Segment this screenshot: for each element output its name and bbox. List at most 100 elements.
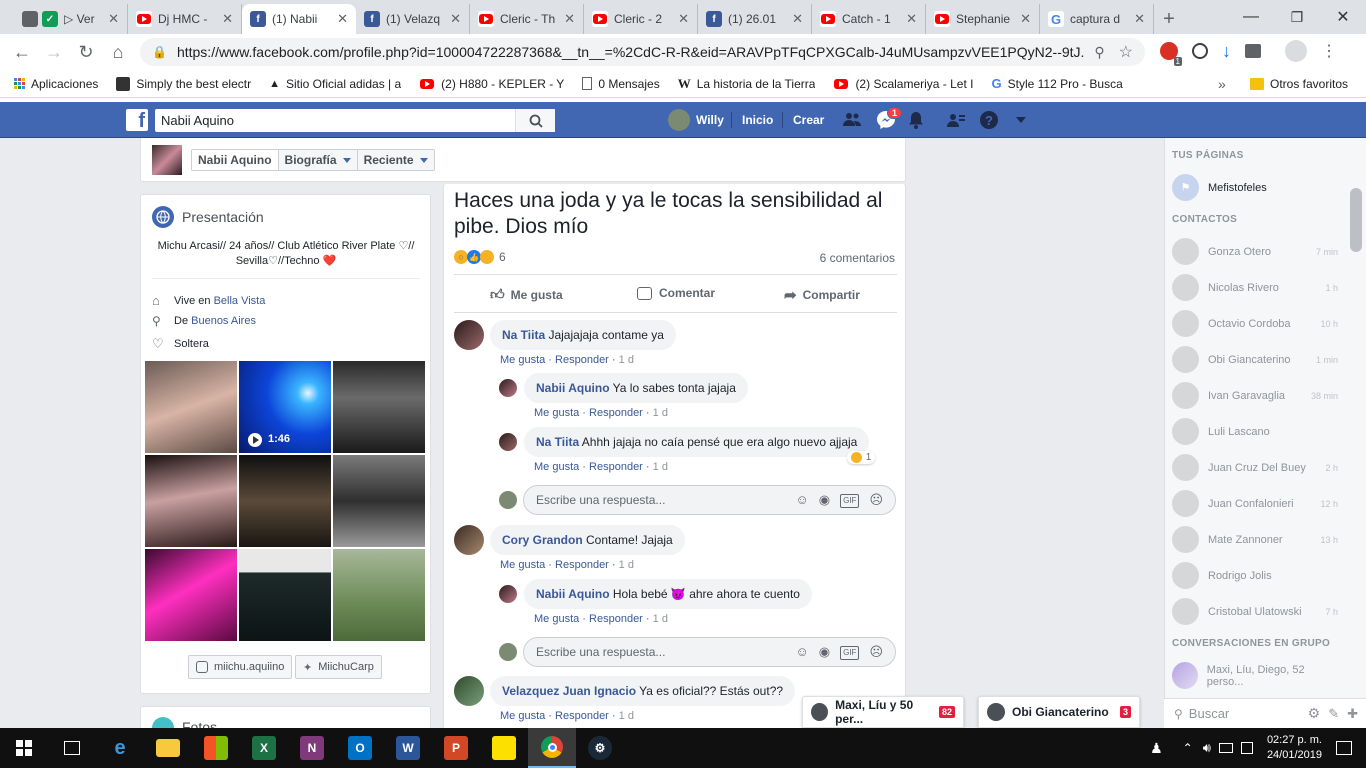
camera-icon[interactable]: ◉ (819, 644, 830, 660)
comment-reply-link[interactable]: Responder (589, 613, 643, 625)
lives-in-link[interactable]: Bella Vista (214, 295, 266, 307)
comment-like-link[interactable]: Me gusta (534, 613, 579, 625)
notifications-bell-icon[interactable] (907, 102, 925, 138)
comment-like-link[interactable]: Me gusta (534, 461, 579, 473)
commenter-name[interactable]: Na Tiita (502, 328, 545, 342)
search-icon[interactable] (515, 109, 555, 132)
sticker-icon[interactable]: ☹ (869, 492, 883, 508)
commenter-avatar[interactable] (454, 676, 484, 706)
extension-icon[interactable]: 1 (1160, 42, 1182, 66)
clock[interactable]: 02:27 p. m. 24/01/2019 (1267, 733, 1322, 763)
play-icon[interactable] (248, 433, 262, 447)
sidebar-scrollbar[interactable] (1350, 188, 1362, 252)
video-thumbnail[interactable]: 1:46 (239, 361, 331, 453)
contact-item[interactable]: Nicolas Rivero 1 h (1172, 274, 1338, 301)
tab-biografia[interactable]: Biografía (279, 150, 358, 170)
onenote-icon[interactable]: N (288, 728, 336, 768)
show-hidden-icons-chevron[interactable]: ⌃ (1183, 741, 1193, 755)
close-tab-icon[interactable]: ✕ (450, 11, 461, 27)
page-item[interactable]: ⚑ Mefistofeles (1172, 174, 1338, 201)
profile-name-tab[interactable]: Nabii Aquino (192, 150, 279, 170)
comment-reaction-badge[interactable]: 1 (846, 451, 876, 464)
comment-reply-link[interactable]: Responder (555, 559, 609, 571)
photos-title[interactable]: Fotos (182, 719, 217, 728)
comment-reply-link[interactable]: Responder (555, 710, 609, 722)
word-icon[interactable]: W (384, 728, 432, 768)
quick-help-people-icon[interactable] (947, 102, 965, 138)
home-icon[interactable]: ⌂ (102, 36, 134, 68)
block-icon[interactable] (1192, 43, 1208, 59)
comment-like-link[interactable]: Me gusta (534, 407, 579, 419)
comments-count-link[interactable]: 6 comentarios (820, 251, 895, 265)
sticker-icon[interactable]: ☹ (869, 644, 883, 660)
gif-icon[interactable]: GIF (840, 494, 860, 508)
twitter-chip[interactable]: ✦ MiichuCarp (295, 655, 382, 679)
menu-kebab-icon[interactable]: ⋮ (1321, 41, 1337, 61)
contact-item[interactable]: Obi Giancaterino 1 min (1172, 346, 1338, 373)
comment-like-link[interactable]: Me gusta (500, 710, 545, 722)
commenter-name[interactable]: Na Tiita (536, 435, 579, 449)
close-tab-icon[interactable]: ✕ (108, 11, 119, 27)
zoom-search-icon[interactable]: ⚲ (1094, 44, 1104, 61)
browser-tab[interactable]: f (1) 26.01 ✕ (698, 4, 812, 34)
close-tab-icon[interactable]: ✕ (337, 11, 348, 27)
contact-item[interactable]: Rodrigo Jolis (1172, 562, 1338, 589)
replier-avatar[interactable] (499, 379, 517, 397)
steam-icon[interactable]: ⚙ (576, 728, 624, 768)
close-tab-icon[interactable]: ✕ (564, 11, 575, 27)
commenter-avatar[interactable] (454, 525, 484, 555)
comment-reply-link[interactable]: Responder (555, 354, 609, 366)
browser-tab[interactable]: Stephanie ✕ (926, 4, 1040, 34)
download-icon[interactable]: ↓ (1222, 41, 1231, 62)
contact-item[interactable]: Luli Lascano (1172, 418, 1338, 445)
from-link[interactable]: Buenos Aires (191, 315, 256, 327)
restore-icon[interactable]: ❐ (1274, 9, 1320, 26)
comment-like-link[interactable]: Me gusta (500, 354, 545, 366)
new-tab-button[interactable]: + (1154, 4, 1184, 34)
account-menu-chevron-icon[interactable] (1016, 102, 1026, 138)
facebook-logo-icon[interactable]: f (126, 109, 148, 131)
close-window-icon[interactable]: ✕ (1320, 7, 1366, 27)
contact-item[interactable]: Octavio Cordoba 10 h (1172, 310, 1338, 337)
browser-tab[interactable]: Gcaptura d ✕ (1040, 4, 1154, 34)
photo-thumbnail[interactable] (333, 455, 425, 547)
bookmark-item[interactable]: (2) Scalameriya - Let I (833, 75, 973, 92)
people-icon[interactable]: ♟ (1150, 740, 1163, 757)
photo-thumbnail[interactable] (333, 549, 425, 641)
help-icon[interactable]: ? (980, 102, 998, 138)
photo-thumbnail[interactable] (333, 361, 425, 453)
commenter-name[interactable]: Cory Grandon (502, 533, 583, 547)
comment-reply-link[interactable]: Responder (589, 407, 643, 419)
action-center-icon[interactable] (1336, 741, 1352, 755)
browser-tab[interactable]: Cleric - Th ✕ (470, 4, 584, 34)
photo-thumbnail[interactable] (145, 361, 237, 453)
bookmark-item[interactable]: 0 Mensajes (582, 77, 660, 91)
powerpoint-icon[interactable]: P (432, 728, 480, 768)
emoji-icon[interactable]: ☺ (795, 644, 808, 660)
bookmarks-more-icon[interactable]: » (1218, 76, 1226, 92)
comment-like-link[interactable]: Me gusta (500, 559, 545, 571)
chat-search-input[interactable]: Buscar (1189, 706, 1229, 721)
group-chat-item[interactable]: Maxi, Líu, Diego, 52 perso... (1172, 662, 1338, 689)
profile-avatar-icon[interactable] (1285, 40, 1307, 62)
chat-tab-obi[interactable]: Obi Giancaterino 3 (978, 696, 1140, 728)
minimize-icon[interactable]: — (1228, 8, 1274, 26)
friend-requests-icon[interactable] (843, 102, 861, 138)
commenter-name[interactable]: Velazquez Juan Ignacio (502, 684, 636, 698)
close-tab-icon[interactable]: ✕ (1134, 11, 1145, 27)
photo-thumbnail[interactable] (239, 455, 331, 547)
browser-tab[interactable]: Catch - 1 ✕ (812, 4, 926, 34)
like-button[interactable]: 👍︎ Me gusta (490, 286, 563, 303)
photo-thumbnail[interactable] (145, 455, 237, 547)
instagram-chip[interactable]: miichu.aquiino (188, 655, 293, 679)
contact-item[interactable]: Cristobal Ulatowski 7 h (1172, 598, 1338, 625)
share-button[interactable]: ➦ Compartir (784, 286, 860, 304)
photo-thumbnail[interactable] (239, 549, 331, 641)
edge-icon[interactable]: e (96, 728, 144, 768)
bookmark-star-icon[interactable]: ☆ (1119, 42, 1133, 62)
bookmark-item[interactable]: W La historia de la Tierra (678, 76, 816, 92)
bookmark-item[interactable]: ▲ Sitio Oficial adidas | a (269, 77, 401, 91)
network-icon[interactable] (1218, 743, 1233, 753)
file-explorer-icon[interactable] (144, 728, 192, 768)
forward-icon[interactable]: → (38, 36, 70, 68)
